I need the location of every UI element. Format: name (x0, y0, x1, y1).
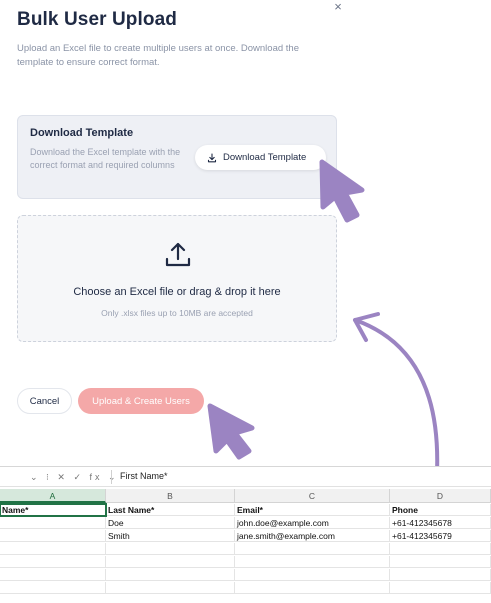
table-row (0, 556, 491, 568)
column-header-b[interactable]: B (106, 489, 235, 503)
column-header-d[interactable]: D (390, 489, 491, 503)
table-cell[interactable] (0, 530, 106, 542)
curved-arrow-icon (353, 318, 440, 492)
table-cell[interactable]: +61-412345678 (390, 517, 491, 529)
table-cell[interactable]: +61-412345679 (390, 530, 491, 542)
table-cell[interactable] (0, 517, 106, 529)
formula-value[interactable]: First Name* (120, 471, 168, 481)
dropzone-title: Choose an Excel file or drag & drop it h… (73, 286, 281, 298)
dropzone-subtitle: Only .xlsx files up to 10MB are accepted (101, 308, 253, 318)
upload-create-users-button[interactable]: Upload & Create Users (78, 388, 204, 414)
formula-bar: ⌄ ⁝ ✕ ✓ fx ⌄ First Name* (0, 467, 491, 487)
table-cell[interactable] (390, 569, 491, 581)
template-card-title: Download Template (30, 127, 134, 139)
modal-title: Bulk User Upload (17, 9, 177, 30)
table-row (0, 582, 491, 594)
table-cell[interactable]: Smith (106, 530, 235, 542)
table-cell[interactable] (0, 543, 106, 555)
pointer-cursor-icon (207, 403, 255, 460)
cancel-button[interactable]: Cancel (17, 388, 72, 414)
table-cell[interactable] (106, 556, 235, 568)
table-cell[interactable] (0, 582, 106, 594)
table-cell[interactable] (235, 556, 390, 568)
table-cell[interactable] (390, 556, 491, 568)
table-row: Name* Last Name* Email* Phone (0, 503, 491, 517)
table-row: Doe john.doe@example.com +61-412345678 (0, 517, 491, 529)
modal-description: Upload an Excel file to create multiple … (17, 43, 299, 68)
download-icon (207, 152, 217, 162)
table-cell[interactable] (106, 569, 235, 581)
table-row (0, 569, 491, 581)
table-cell[interactable] (235, 582, 390, 594)
formula-separator (111, 470, 112, 484)
table-cell[interactable] (0, 556, 106, 568)
download-template-label: Download Template (223, 152, 307, 163)
table-cell[interactable] (235, 543, 390, 555)
table-cell[interactable] (0, 569, 106, 581)
column-header-c[interactable]: C (235, 489, 390, 503)
column-header-a[interactable]: A (0, 489, 106, 503)
download-template-card: Download Template Download the Excel tem… (17, 115, 337, 199)
table-cell[interactable] (235, 569, 390, 581)
spreadsheet-preview: ⌄ ⁝ ✕ ✓ fx ⌄ First Name* A B C D Name* L… (0, 466, 491, 603)
formula-controls[interactable]: ⌄ ⁝ ✕ ✓ fx ⌄ (0, 467, 119, 487)
header-cell[interactable]: Name* (0, 503, 107, 517)
table-row: Smith jane.smith@example.com +61-4123456… (0, 530, 491, 542)
header-cell[interactable]: Phone (390, 504, 491, 516)
table-cell[interactable] (106, 582, 235, 594)
header-cell[interactable]: Email* (235, 504, 390, 516)
table-row (0, 543, 491, 555)
template-card-description: Download the Excel template with the cor… (30, 147, 181, 170)
close-icon[interactable]: × (331, 0, 345, 14)
header-cell[interactable]: Last Name* (106, 504, 235, 516)
table-cell[interactable]: Doe (106, 517, 235, 529)
table-cell[interactable]: john.doe@example.com (235, 517, 390, 529)
table-cell[interactable] (106, 543, 235, 555)
table-cell[interactable] (390, 582, 491, 594)
table-cell[interactable] (390, 543, 491, 555)
table-cell[interactable]: jane.smith@example.com (235, 530, 390, 542)
download-template-button[interactable]: Download Template (195, 145, 326, 170)
file-dropzone[interactable]: Choose an Excel file or drag & drop it h… (17, 215, 337, 342)
upload-icon (165, 242, 191, 267)
